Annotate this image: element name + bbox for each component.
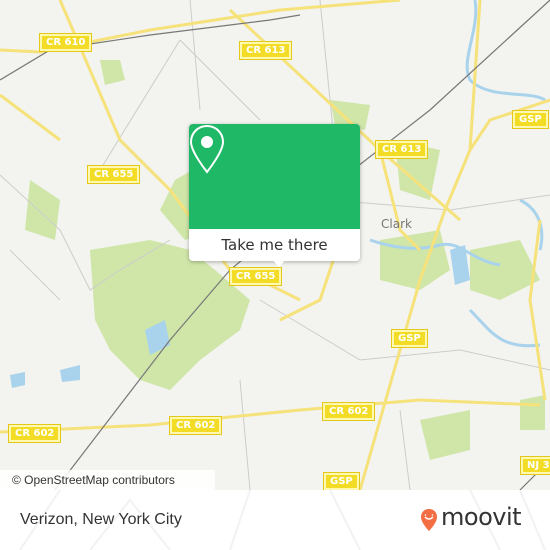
- road-label: CR 610: [38, 33, 93, 52]
- take-me-there-button[interactable]: Take me there: [189, 229, 360, 261]
- popup-tail: [272, 259, 286, 267]
- map-attribution[interactable]: © OpenStreetMap contributors: [0, 470, 215, 490]
- road-label: CR 602: [321, 402, 376, 421]
- road-label: CR 613: [238, 41, 293, 60]
- road-label: NJ 35: [520, 456, 550, 475]
- road-label: CR 602: [168, 416, 223, 435]
- location-title: Verizon, New York City: [20, 511, 182, 528]
- road-label: CR 602: [7, 424, 62, 443]
- road-label: CR 655: [86, 165, 141, 184]
- place-label: Clark: [381, 217, 412, 231]
- location-popup: Take me there: [189, 124, 360, 267]
- map-pin-icon: [189, 124, 225, 174]
- road-label: CR 655: [228, 267, 283, 286]
- road-label: GSP: [323, 472, 360, 490]
- road-label: GSP: [512, 110, 549, 129]
- rivers: [369, 0, 546, 348]
- map[interactable]: CR 610 CR 613 CR 655 CR 613 CR 655 GSP G…: [0, 0, 550, 490]
- moovit-logo-icon: [421, 509, 437, 531]
- road-label: GSP: [391, 329, 428, 348]
- popup-header: [189, 124, 360, 229]
- road-label: CR 613: [374, 140, 429, 159]
- moovit-logo-text: moovit: [441, 503, 522, 531]
